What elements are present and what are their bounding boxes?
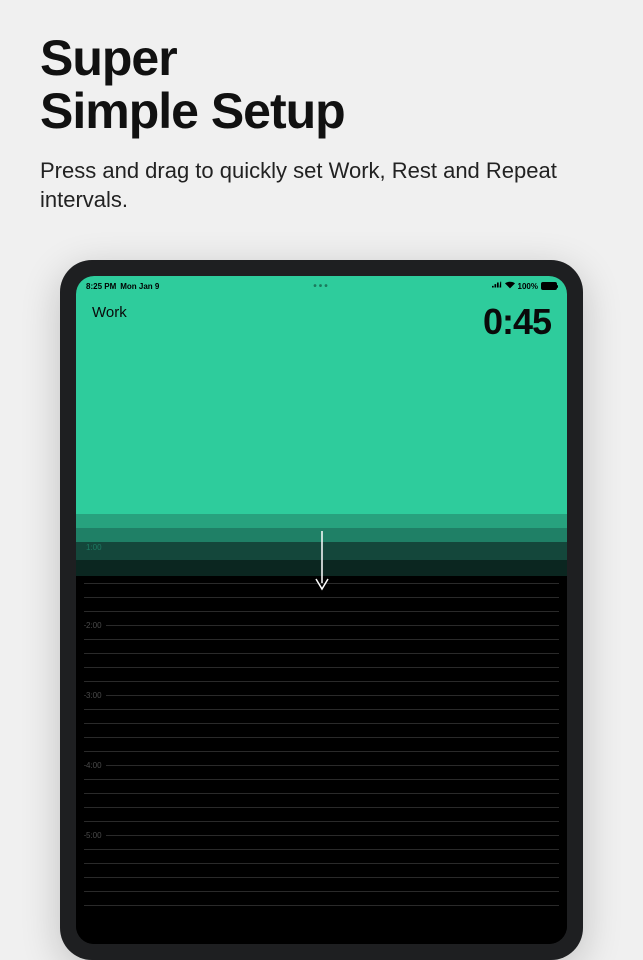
ruler-tick: 4:00 [76,758,567,772]
ruler-tick [76,856,567,870]
title-line-1: Super [40,30,177,86]
ruler-tick [76,870,567,884]
status-right: 100% [492,281,557,291]
ruler-tick [76,786,567,800]
time-ruler[interactable]: 2:00 3:00 4:00 5:00 [76,576,567,944]
ruler-tick [76,590,567,604]
wifi-icon [505,281,515,291]
ruler-tick [76,716,567,730]
battery-icon [541,282,557,290]
ruler-major-label: 4:00 [86,761,106,770]
ruler-tick [76,646,567,660]
status-date: Mon Jan 9 [120,282,159,291]
tablet-device-frame: 8:25 PM Mon Jan 9 ••• 100% Work 0: [60,260,583,960]
ruler-tick [76,632,567,646]
ruler-major-label: 3:00 [86,691,106,700]
ruler-major-label: 2:00 [86,621,106,630]
ruler-tick: 3:00 [76,688,567,702]
title-line-2: Simple Setup [40,83,345,139]
ruler-tick [76,884,567,898]
ruler-tick [76,814,567,828]
ruler-tick [76,702,567,716]
ruler-tick [76,660,567,674]
ruler-tick-1-00: 1:00 [86,543,102,552]
time-display: 0:45 [483,304,551,340]
timer-header: Work 0:45 [76,292,567,340]
ruler-major-label: 5:00 [86,831,106,840]
promo-title: Super Simple Setup [0,0,643,137]
status-dots: ••• [313,281,330,292]
ruler-tick: 2:00 [76,618,567,632]
mode-label: Work [92,304,127,321]
ruler-tick: 5:00 [76,828,567,842]
drag-down-arrow-icon [314,531,330,591]
ruler-tick [76,898,567,912]
ruler-tick [76,772,567,786]
status-time: 8:25 PM [86,282,116,291]
tablet-screen: 8:25 PM Mon Jan 9 ••• 100% Work 0: [76,276,567,944]
ruler-tick [76,842,567,856]
status-bar: 8:25 PM Mon Jan 9 ••• 100% [76,276,567,292]
work-interval-area[interactable]: 8:25 PM Mon Jan 9 ••• 100% Work 0: [76,276,567,514]
ruler-tick [76,674,567,688]
status-left: 8:25 PM Mon Jan 9 [86,282,159,291]
battery-percent: 100% [518,282,538,291]
band-1 [76,514,567,528]
signal-icon [492,281,502,291]
ruler-tick [76,800,567,814]
promo-subtitle: Press and drag to quickly set Work, Rest… [0,137,643,214]
ruler-tick [76,604,567,618]
ruler-tick [76,744,567,758]
ruler-tick [76,730,567,744]
